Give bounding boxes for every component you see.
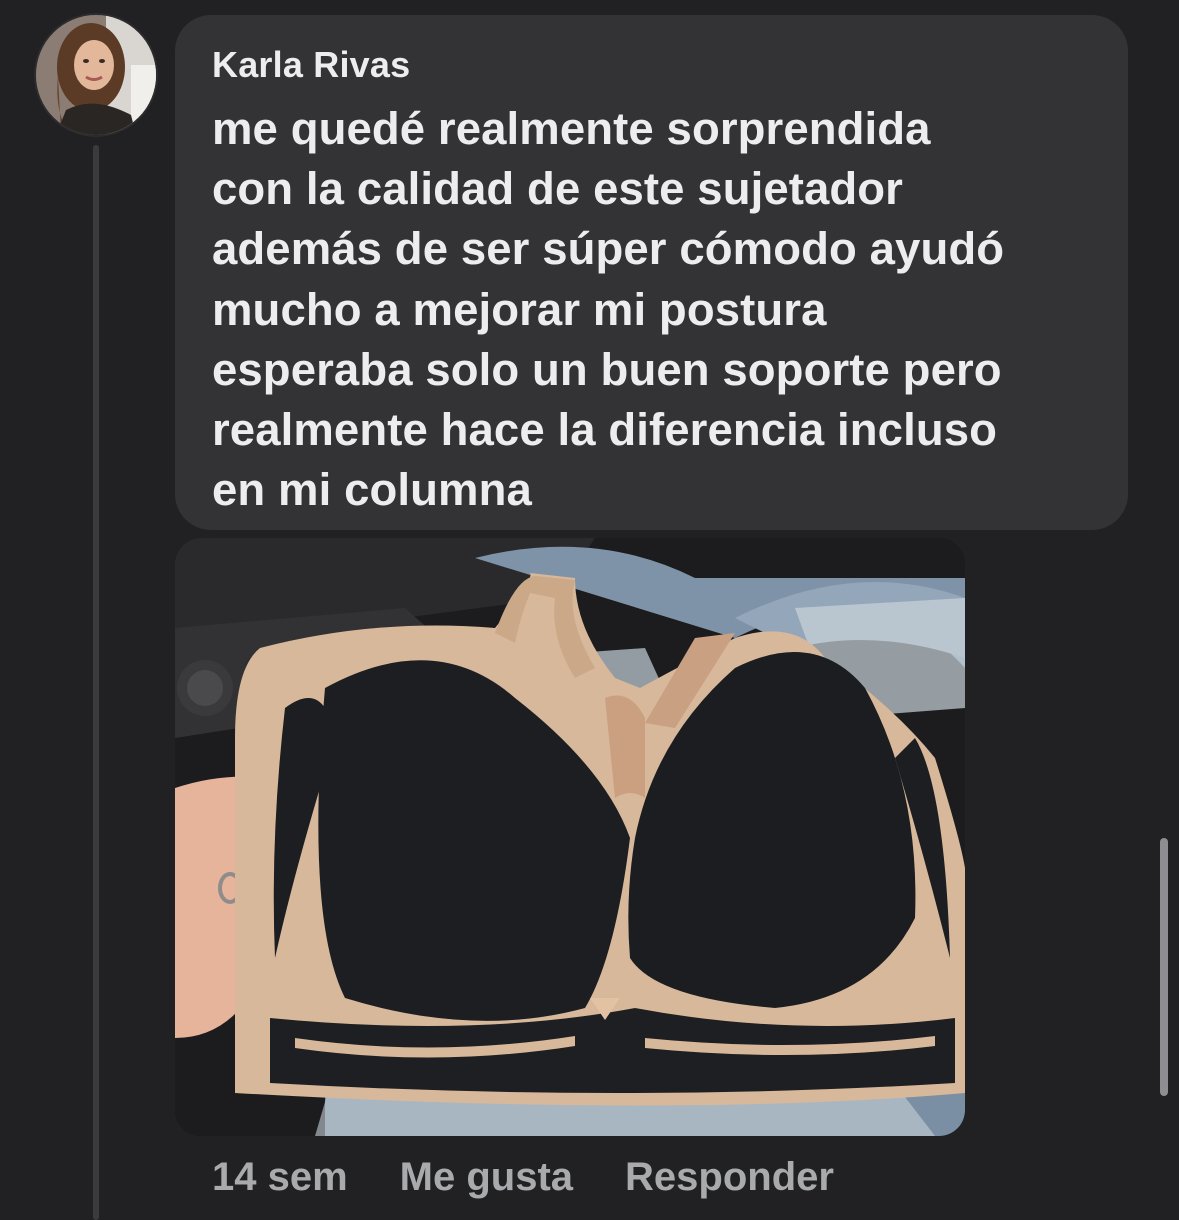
- thread-line: [93, 145, 99, 1220]
- comment-text: me quedé realmente sorprendida con la ca…: [212, 103, 1005, 516]
- comment-photo[interactable]: [175, 538, 965, 1136]
- scrollbar[interactable]: [1160, 838, 1168, 1096]
- reply-button[interactable]: Responder: [625, 1155, 834, 1200]
- avatar-photo-icon: [36, 15, 156, 135]
- comment-actions: 14 sem Me gusta Responder: [212, 1152, 834, 1202]
- comment-author[interactable]: Karla Rivas: [212, 43, 1092, 87]
- avatar[interactable]: [36, 15, 156, 135]
- like-button[interactable]: Me gusta: [400, 1155, 573, 1200]
- comment-bubble: Karla Rivas me quedé realmente sorprendi…: [175, 15, 1128, 530]
- comment-timestamp: 14 sem: [212, 1154, 348, 1199]
- comment-thread: Karla Rivas me quedé realmente sorprendi…: [0, 0, 1179, 1220]
- photo-bra-icon: [175, 538, 965, 1136]
